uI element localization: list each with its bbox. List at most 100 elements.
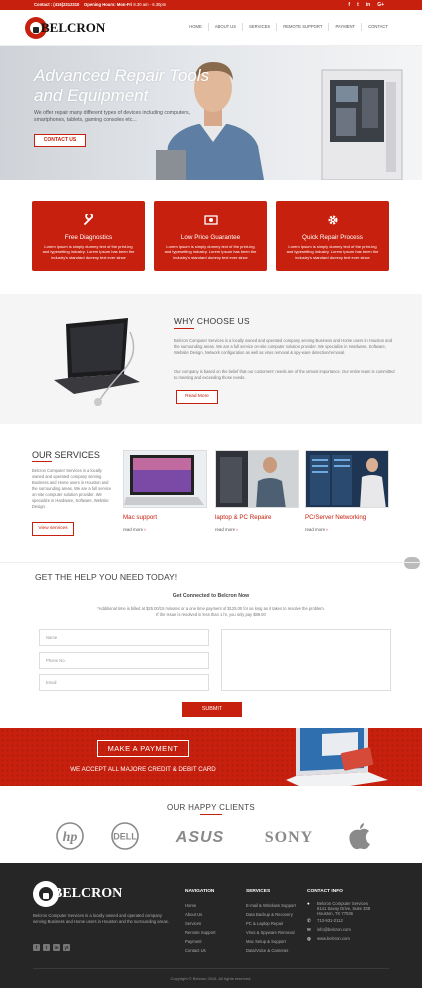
view-services-button[interactable]: View services [32,522,74,536]
footer-address: ● Belcron Computer Services 6141 Savoy D… [307,901,370,916]
read-more-link[interactable]: read more › [123,527,207,532]
gear-icon [276,214,389,230]
make-payment-button[interactable]: MAKE A PAYMENT [97,740,189,757]
read-more-link[interactable]: read more › [305,527,389,532]
svg-text:SONY: SONY [265,829,313,846]
payment-banner: MAKE A PAYMENT WE ACCEPT ALL MAJORE CRED… [0,728,422,786]
contact-us-button[interactable]: CONTACT US [34,134,86,147]
twitter-icon[interactable]: t [357,0,359,10]
sony-logo-icon: SONY [250,822,328,850]
laptop-card-image [286,728,388,786]
why-paragraph-2: Our company is based on the belief that … [174,369,395,380]
hero-title: Advanced Repair Tools and Equipment [34,66,210,105]
google-plus-icon[interactable]: G+ [377,0,384,10]
footer-link-remote-support[interactable]: Remote Support [185,928,216,937]
laptop-repair-image [215,450,299,508]
help-note-line-2: If the Issue is resolved in less than 1 … [156,612,266,618]
footer-logo-text: BELCRON [53,886,123,901]
feature-text: Lorem Ipsum is simply dummy text of the … [286,244,379,260]
footer-service-mac[interactable]: Mac Setup & Support [246,937,296,946]
service-card-networking[interactable]: PC/Server Networking read more › [305,450,389,532]
email-address[interactable]: info@belcron.com [317,925,351,934]
site-footer: BELCRON Belcron Computer Services is a l… [0,863,422,988]
services-title: OUR SERVICES [32,450,100,460]
service-title: Mac support [123,514,158,521]
name-field[interactable]: Name [39,629,209,646]
mac-support-image [123,450,207,508]
service-card-laptop-pc[interactable]: laptop & PC Repaire read more › [215,450,299,532]
phone-number[interactable]: 713-931-2112 [317,916,343,925]
linkedin-icon[interactable]: in [53,944,60,951]
wrench-icon [32,212,145,230]
footer-nav-title: NAVIGATION [185,889,215,894]
feature-title: Quick Repair Process [302,234,363,241]
facebook-icon[interactable]: f [33,944,40,951]
page: Contact : (416)2312310 Opening Hours: Mo… [0,0,422,988]
footer-services-title: SERVICES [246,889,271,894]
laptop-stethoscope-image [54,318,140,406]
nav-about-us[interactable]: ABOUT US [207,23,242,31]
nav-remote-support[interactable]: REMOTE SUPPORT [276,23,328,31]
footer-link-home[interactable]: Home [185,901,216,910]
footer-contact-title: CONTACT INFO [307,889,343,894]
networking-image [305,450,389,508]
footer-website: ◍ www.belcron.com [307,934,370,943]
services-description: Belcron Computer Services is a locally o… [32,468,112,509]
copyright: Copyright © Belcron 2016. All rights res… [170,976,252,981]
website-link[interactable]: www.belcron.com [317,934,350,943]
logo[interactable]: BELCRON [25,17,105,39]
help-subtitle: Get Connected to Belcron Now [172,593,250,599]
footer-logo[interactable]: BELCRON [33,881,122,907]
why-choose-us-section: WHY CHOOSE US Belcron Computer Services … [0,294,422,424]
hp-logo-icon: hp [55,822,85,850]
nav-home[interactable]: HOME [183,23,208,31]
top-bar: Contact : (416)2312310 Opening Hours: Mo… [0,0,422,10]
opening-hours-value: 8.30 am - 6.30pm [133,2,167,7]
hero-subtitle: We offer repair many different types of … [34,110,190,123]
nav-contact[interactable]: CONTACT [361,23,394,31]
footer-service-backup[interactable]: Data Backup & Recovery [246,910,296,919]
linkedin-icon[interactable]: in [366,0,370,10]
payment-cards-text: WE ACCEPT ALL MAJORE CREDIT & DEBIT CARD [70,766,216,773]
youtube-icon[interactable]: yt [63,944,70,951]
footer-service-virus[interactable]: Virus & Spyware Removal [246,928,296,937]
email-field[interactable]: Email [39,674,209,691]
help-note: *Additional time is billed at $25.00/15 … [0,606,422,619]
read-more-button[interactable]: Read More [176,390,218,404]
twitter-icon[interactable]: t [43,944,50,951]
title-underline [200,814,222,815]
footer-email: ✉ info@belcron.com [307,925,370,934]
nav-services[interactable]: SERVICES [242,23,276,31]
footer-services: SERVICES E-mail & Windows Support Data B… [246,889,296,955]
section-divider [0,562,422,563]
footer-link-about[interactable]: About Us [185,910,216,919]
main-nav: HOME ABOUT US SERVICES REMOTE SUPPORT PA… [183,23,394,31]
scroll-top-button[interactable] [404,557,420,569]
top-social-links: f t in G+ [348,0,384,10]
footer-service-repair[interactable]: PC & Laptop Repair [246,919,296,928]
map-pin-icon: ● [307,901,310,906]
title-underline [174,328,194,329]
feature-text: Lorem Ipsum is simply dummy text of the … [164,244,257,260]
opening-hours-label: Opening Hours: Mon-Fri [84,2,133,7]
phone-field[interactable]: Phone No. [39,652,209,669]
message-field[interactable] [221,629,391,691]
footer-link-payment[interactable]: Payment [185,937,216,946]
footer-navigation: NAVIGATION Home About Us Services Remote… [185,889,216,955]
footer-phone: ✆ 713-931-2112 [307,916,370,925]
svg-text:hp: hp [63,830,78,845]
footer-service-email[interactable]: E-mail & Windows Support [246,901,296,910]
footer-link-contact[interactable]: Contact Us [185,946,216,955]
read-more-link[interactable]: read more › [215,527,299,532]
feature-card-free-diagnostics: Free Diagnostics Lorem Ipsum is simply d… [32,201,145,271]
nav-payment[interactable]: PAYMENT [328,23,361,31]
facebook-icon[interactable]: f [348,0,350,10]
site-header: BELCRON HOME ABOUT US SERVICES REMOTE SU… [0,10,422,46]
clients-title: OUR HAPPY CLIENTS [166,803,256,812]
footer-link-services[interactable]: Services [185,919,216,928]
dell-logo-icon: DELL [110,822,140,850]
why-paragraph-1: Belcron Computer Services is a locally o… [174,338,392,355]
service-card-mac[interactable]: Mac support read more › [123,450,207,532]
submit-button[interactable]: SUBMIT [182,702,242,717]
footer-service-data-voice[interactable]: Data/Voice & Cameras [246,946,296,955]
